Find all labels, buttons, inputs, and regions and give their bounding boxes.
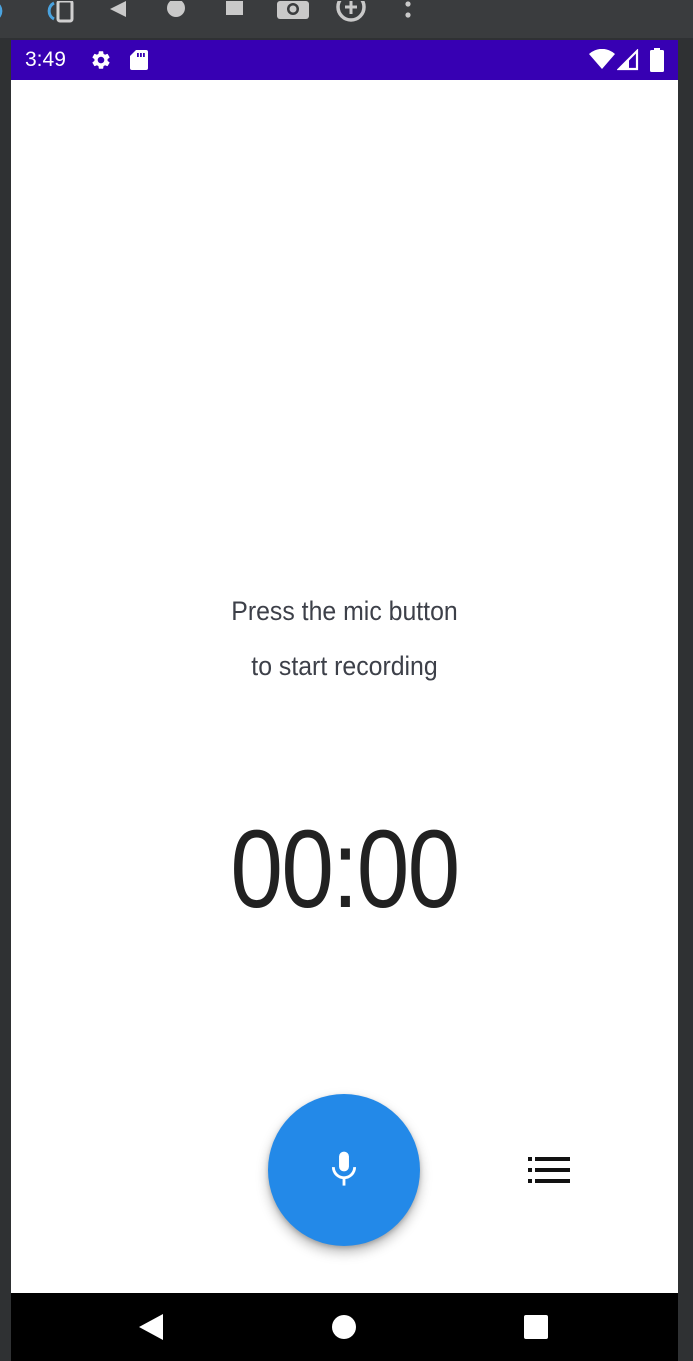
prompt-text-line-1: Press the mic button <box>231 596 458 626</box>
rotate-left-icon[interactable] <box>0 0 8 24</box>
back-icon[interactable] <box>106 0 130 24</box>
signal-icon <box>617 48 639 72</box>
battery-icon <box>650 48 664 72</box>
prompt-text-line-2: to start recording <box>251 651 438 681</box>
home-icon[interactable] <box>164 0 188 24</box>
status-bar: 3:49 <box>11 40 678 80</box>
navigation-bar <box>11 1293 678 1361</box>
status-time: 3:49 <box>25 48 66 71</box>
camera-icon[interactable] <box>276 0 310 24</box>
device-screen: 3:49 Press the mic button to start recor… <box>11 40 678 1361</box>
zoom-icon[interactable] <box>334 0 368 24</box>
home-circle-icon[interactable] <box>324 1307 364 1347</box>
back-triangle-icon[interactable] <box>131 1307 171 1347</box>
record-button[interactable] <box>268 1094 420 1246</box>
rotate-right-icon[interactable] <box>42 0 76 24</box>
recordings-list-button[interactable] <box>521 1150 577 1190</box>
more-icon[interactable] <box>400 0 416 24</box>
wifi-icon <box>589 48 615 72</box>
list-icon <box>528 1157 570 1183</box>
recording-timer: 00:00 <box>230 808 460 931</box>
sd-card-icon <box>129 48 149 72</box>
emulator-toolbar <box>0 0 693 38</box>
microphone-icon <box>331 1151 357 1186</box>
settings-icon <box>90 48 112 72</box>
recents-square-icon[interactable] <box>516 1307 556 1347</box>
overview-icon[interactable] <box>224 0 246 24</box>
